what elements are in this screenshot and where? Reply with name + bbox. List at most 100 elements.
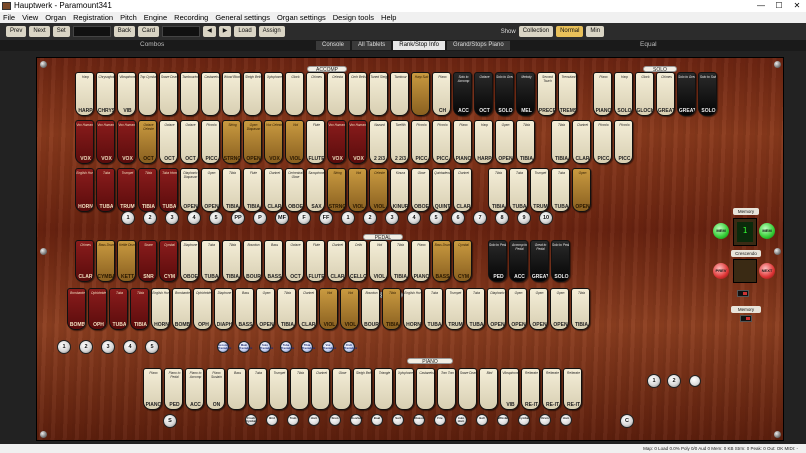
prev-button[interactable]: PREV: [713, 263, 729, 279]
tremulant-piston-6[interactable]: Orch Tremulant: [343, 341, 357, 353]
effect-piston-4[interactable]: Siren: [329, 414, 341, 426]
stop-tab-row2-19[interactable]: Harp HARP: [474, 120, 493, 164]
stop-tab-pedal_row2-0[interactable]: Bombarde BOMB: [67, 288, 86, 330]
piston-9[interactable]: FF: [319, 211, 333, 225]
effect-piston-12[interactable]: Whistle: [497, 414, 509, 426]
tremulant-piston-5[interactable]: Vox Tremulant: [322, 341, 336, 353]
stop-tab-row2-4[interactable]: Octave OCT: [159, 120, 178, 164]
stop-tab-pedal_row1-12[interactable]: Clarinet CLAR: [327, 240, 346, 282]
stop-tab-piano_row-20[interactable]: Reiterate RE-IT: [563, 368, 582, 410]
bottom-piston-0[interactable]: S: [163, 414, 177, 428]
toolbar-assign-button[interactable]: Assign: [258, 26, 285, 37]
tremulant-piston-3[interactable]: Tuba Tremulant: [280, 341, 294, 353]
next-button[interactable]: NEXT: [759, 263, 775, 279]
stop-tab-pedal_row1-9[interactable]: Bass BASS: [264, 240, 283, 282]
effect-piston-3[interactable]: Horn: [308, 414, 320, 426]
stop-tab-row2-9[interactable]: Vox Celeste VOX: [264, 120, 283, 164]
piston-6[interactable]: P: [253, 211, 267, 225]
effect-piston-15[interactable]: Horn: [560, 414, 572, 426]
stop-tab-row3-15[interactable]: Kinura KINUR: [390, 168, 409, 212]
stop-tab-row1-14[interactable]: Tuned Sleigh: [369, 72, 388, 116]
stop-tab-pedal_row1-4[interactable]: Cymbal CYM: [159, 240, 178, 282]
stop-tab-pedal_row2-5[interactable]: Bombarde BOMB: [172, 288, 191, 330]
stop-tab-pedal_row2-19[interactable]: Tuba TUBA: [466, 288, 485, 330]
stop-tab-pedal_row1-7[interactable]: Tibia TIBIA: [222, 240, 241, 282]
memory-toggle[interactable]: [740, 315, 752, 322]
piston-18[interactable]: 9: [517, 211, 531, 225]
piston-16[interactable]: 7: [473, 211, 487, 225]
stop-tab-row2-25[interactable]: Piccolo PICC: [614, 120, 633, 164]
stop-tab-pedal_row1-20[interactable]: Accomp to Pedal ACC: [509, 240, 528, 282]
piston-13[interactable]: 4: [407, 211, 421, 225]
menu-general-settings[interactable]: General settings: [215, 12, 270, 23]
stop-tab-row3-9[interactable]: Clarinet CLAR: [264, 168, 283, 212]
stop-tab-row3-0[interactable]: English Horn HORN: [75, 168, 94, 212]
stop-tab-row1-9[interactable]: Xylophone: [264, 72, 283, 116]
stop-tab-pedal_row2-2[interactable]: Tuba TUBA: [109, 288, 128, 330]
stop-tab-pedal_row1-0[interactable]: Chimes CLAR: [75, 240, 94, 282]
stop-tab-row1-20[interactable]: Solo to Great SOLO: [495, 72, 514, 116]
tremulant-piston-4[interactable]: Tibia Tremulant: [301, 341, 315, 353]
stop-tab-pedal_row2-18[interactable]: Trumpet TRUM: [445, 288, 464, 330]
stop-tab-row1-13[interactable]: Orch Bells: [348, 72, 367, 116]
bottom-piston-2[interactable]: 1: [647, 374, 661, 388]
show-min-button[interactable]: Min: [586, 26, 605, 37]
stop-tab-pedal_row1-8[interactable]: Bourdon BOUR: [243, 240, 262, 282]
stop-tab-row1-7[interactable]: Wood Block: [222, 72, 241, 116]
stop-tab-row2-6[interactable]: Piccolo PICC: [201, 120, 220, 164]
menu-organ[interactable]: Organ: [45, 12, 66, 23]
bottom-piston-3[interactable]: 2: [667, 374, 681, 388]
menu-engine[interactable]: Engine: [144, 12, 167, 23]
stop-tab-row3-20[interactable]: Tuba TUBA: [509, 168, 528, 212]
stop-tab-pedal_row2-1[interactable]: Ophicleide OPH: [88, 288, 107, 330]
stop-tab-row3-2[interactable]: Trumpet TRUM: [117, 168, 136, 212]
stop-tab-row1-3[interactable]: Top Cymbal: [138, 72, 157, 116]
stop-tab-piano_row-7[interactable]: Tibia: [290, 368, 309, 410]
prev-arrow-button[interactable]: ◀: [203, 26, 216, 37]
minimize-button[interactable]: —: [752, 0, 770, 12]
stop-tab-piano_row-15[interactable]: Snare Drum: [458, 368, 477, 410]
stop-tab-row2-8[interactable]: Open Diapason OPEN: [243, 120, 262, 164]
stop-tab-piano_row-1[interactable]: Piano to Pedal PED: [164, 368, 183, 410]
stop-tab-row1-8[interactable]: Sleigh Bells: [243, 72, 262, 116]
tremulant-piston-2[interactable]: Solo Tremulant: [259, 341, 273, 353]
stop-tab-pedal_row2-24[interactable]: Tibia TIBIA: [571, 288, 590, 330]
stop-tab-piano_row-3[interactable]: Piano Sustain ON: [206, 368, 225, 410]
tremulant-piston-1[interactable]: Main Tremulant: [238, 341, 252, 353]
stop-tab-row1-17[interactable]: Piano CH: [432, 72, 451, 116]
stop-tab-row2-11[interactable]: Flute FLUTE: [306, 120, 325, 164]
stop-tab-row3-8[interactable]: Flute TIBIA: [243, 168, 262, 212]
stop-tab-row2-10[interactable]: Viol VIOL: [285, 120, 304, 164]
stop-tab-piano_row-5[interactable]: Tuba: [248, 368, 267, 410]
piston-8[interactable]: F: [297, 211, 311, 225]
stop-tab-row2-2[interactable]: Vox Humana VOX: [117, 120, 136, 164]
stop-tab-pedal_row2-23[interactable]: Open OPEN: [550, 288, 569, 330]
effect-piston-7[interactable]: Surf: [392, 414, 404, 426]
stop-tab-pedal_row2-16[interactable]: English Horn HORN: [403, 288, 422, 330]
effect-piston-8[interactable]: Klaxon: [413, 414, 425, 426]
tab-console[interactable]: Console: [316, 41, 351, 50]
piston-15[interactable]: 6: [451, 211, 465, 225]
stop-tab-row2-7[interactable]: String STRNG: [222, 120, 241, 164]
stop-tab-row1-16[interactable]: Harp Sub: [411, 72, 430, 116]
stop-tab-pedal_row1-10[interactable]: Octave OCT: [285, 240, 304, 282]
effect-piston-6[interactable]: Boat: [371, 414, 383, 426]
stop-tab-row2-5[interactable]: Octave OCT: [180, 120, 199, 164]
stop-tab-pedal_row2-9[interactable]: Open OPEN: [256, 288, 275, 330]
effect-piston-14[interactable]: Drum: [539, 414, 551, 426]
stop-tab-row2-14[interactable]: Nazard 2 2/3: [369, 120, 388, 164]
stop-tab-pedal_row1-16[interactable]: Piano PIANO: [411, 240, 430, 282]
stop-tab-row1-4[interactable]: Snare Drum: [159, 72, 178, 116]
piston-12[interactable]: 3: [385, 211, 399, 225]
stop-tab-row2-3[interactable]: Octave Celeste OCT: [138, 120, 157, 164]
effect-piston-13[interactable]: Cymbal: [518, 414, 530, 426]
close-button[interactable]: ✕: [788, 0, 806, 12]
stop-tab-pedal_row2-11[interactable]: Clarinet CLAR: [298, 288, 317, 330]
stop-tab-row2-1[interactable]: Vox Humana VOX: [96, 120, 115, 164]
stop-tab-pedal_row2-22[interactable]: Open OPEN: [529, 288, 548, 330]
show-normal-button[interactable]: Normal: [556, 26, 584, 37]
stop-tab-pedal_row2-12[interactable]: Viol VIOL: [319, 288, 338, 330]
pedal-piston-3[interactable]: 4: [123, 340, 137, 354]
stop-tab-pedal_row2-20[interactable]: Diaphonic OPEN: [487, 288, 506, 330]
stop-tab-row3-11[interactable]: Saxophone SAX: [306, 168, 325, 212]
